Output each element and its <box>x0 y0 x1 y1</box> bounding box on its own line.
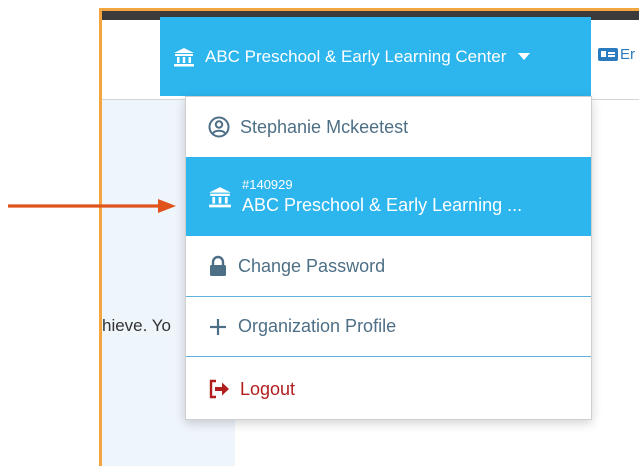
arrow-right-icon <box>8 199 176 213</box>
organization-id: #140929 <box>242 176 293 192</box>
menu-item-organization[interactable]: #140929 ABC Preschool & Early Learning .… <box>186 157 591 236</box>
menu-item-change-password-label: Change Password <box>238 255 386 276</box>
plus-icon <box>208 317 228 337</box>
menu-item-logout-label: Logout <box>240 378 296 399</box>
organization-dropdown-button[interactable]: ABC Preschool & Early Learning Center <box>160 17 591 96</box>
menu-item-logout[interactable]: Logout <box>186 357 591 421</box>
chevron-down-icon <box>518 53 531 60</box>
bank-icon <box>208 186 232 208</box>
bank-icon <box>173 47 195 67</box>
next-header-button-label: Er <box>620 46 635 63</box>
organization-name: ABC Preschool & Early Learning ... <box>242 194 523 215</box>
menu-item-change-password[interactable]: Change Password <box>186 236 591 297</box>
menu-item-user[interactable]: Stephanie Mckeetest <box>186 97 591 157</box>
sign-out-icon <box>208 379 230 399</box>
menu-item-organization-profile-label: Organization Profile <box>238 316 397 336</box>
organization-text: #140929 ABC Preschool & Early Learning .… <box>242 177 522 217</box>
menu-item-organization-profile[interactable]: Organization Profile <box>186 297 591 357</box>
id-card-icon <box>598 48 618 61</box>
user-circle-icon <box>208 116 230 138</box>
menu-item-user-label: Stephanie Mckeetest <box>240 116 409 137</box>
lock-icon <box>208 255 228 277</box>
account-dropdown-menu: Stephanie Mckeetest #140929 ABC Preschoo… <box>185 96 592 420</box>
organization-dropdown-label: ABC Preschool & Early Learning Center <box>205 46 507 66</box>
next-header-button[interactable]: Er <box>598 46 635 63</box>
background-text: hieve. Yo <box>102 316 172 335</box>
